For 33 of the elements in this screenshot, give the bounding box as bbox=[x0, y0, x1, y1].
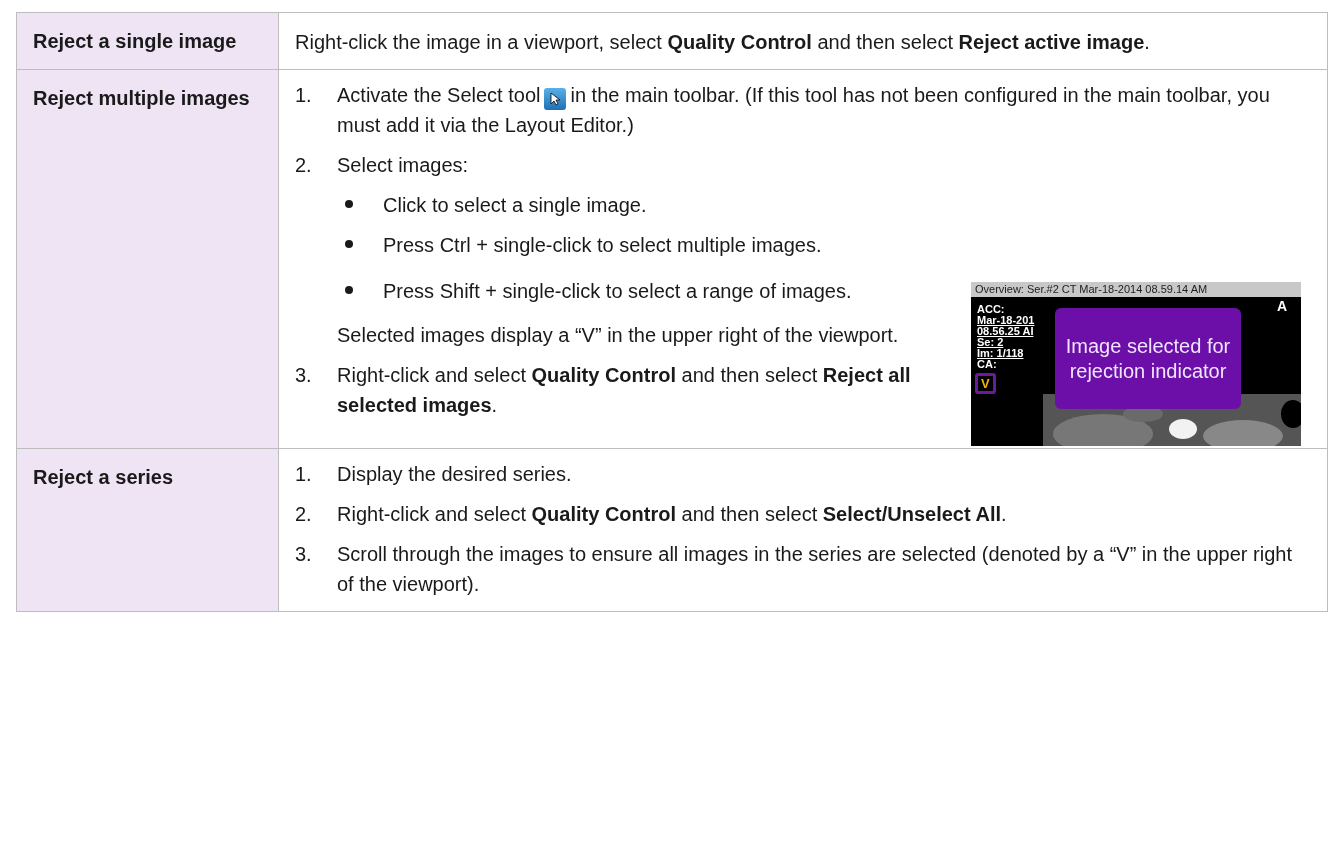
overlay-text: Mar-18-201 bbox=[977, 315, 1035, 326]
bullet-text: Press Ctrl + single-click to select multiple images. bbox=[383, 233, 822, 258]
row-label: Reject multiple images bbox=[17, 69, 279, 448]
bullet-icon bbox=[345, 240, 353, 248]
overlay-text: Im: 1/118 bbox=[977, 348, 1025, 359]
step-text: Right-click and select Quality Control and then select Select/Unselect All. bbox=[337, 502, 1008, 527]
overlay-text: ACC: bbox=[977, 304, 1006, 315]
step-text: Display the desired series. bbox=[337, 462, 573, 487]
step-number: 2. bbox=[295, 153, 313, 178]
bullet-icon bbox=[345, 286, 353, 294]
step-number: 2. bbox=[295, 502, 313, 527]
row-label: Reject a series bbox=[17, 448, 279, 611]
step-text: Right-click and select Quality Control and then select Reject all selected images. bbox=[337, 363, 912, 418]
step-number: 3. bbox=[295, 363, 313, 388]
viewport-title: Overview: Ser.#2 CT Mar-18-2014 08.59.14 AM bbox=[971, 282, 1301, 297]
step-text: Activate the Select tool in the main toolbar. (If this tool has not been configured in the main toolbar, you must add it via the Layout Editor.) bbox=[337, 83, 1271, 138]
bullet-icon bbox=[345, 200, 353, 208]
step-text: Scroll through the images to ensure all images in the series are selected (denoted by a “V” in the upper right of the viewport). bbox=[337, 542, 1293, 597]
orientation-label: A bbox=[1276, 298, 1287, 314]
row-label: Reject a single image bbox=[17, 13, 279, 69]
overlay-text: Se: 2 bbox=[977, 337, 1005, 348]
step-text: Select images: bbox=[337, 153, 470, 178]
step-number: 3. bbox=[295, 542, 313, 567]
note-text: Selected images display a “V” in the upper right of the viewport. bbox=[337, 323, 900, 348]
step-number: 1. bbox=[295, 83, 313, 108]
overlay-text: 08.56.25 AI bbox=[977, 326, 1035, 337]
overlay-text: CA: bbox=[977, 359, 998, 370]
rejection-marker: V bbox=[975, 373, 996, 394]
step-number: 1. bbox=[295, 462, 313, 487]
callout: Image selected for rejection indicator bbox=[1055, 308, 1241, 409]
bullet-text: Press Shift + single-click to select a range of images. bbox=[383, 279, 852, 304]
row-text: Right-click the image in a viewport, select Quality Control and then select Reject active image. bbox=[295, 30, 1151, 55]
bullet-text: Click to select a single image. bbox=[383, 193, 647, 218]
